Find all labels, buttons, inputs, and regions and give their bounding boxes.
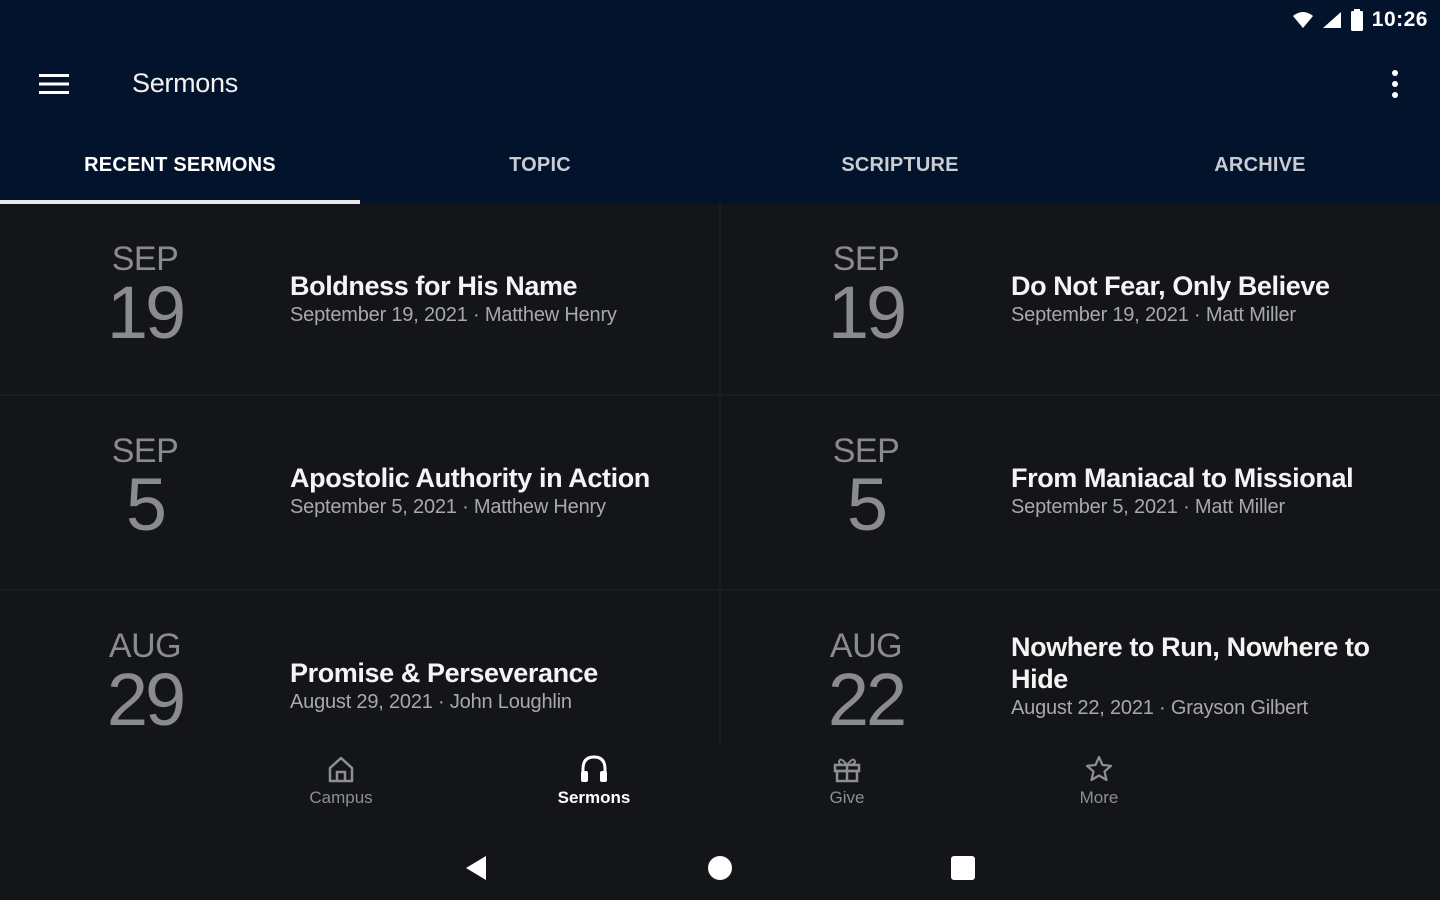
sermon-day: 5 bbox=[846, 463, 888, 546]
sermon-text: Nowhere to Run, Nowhere to Hide August 2… bbox=[1011, 631, 1421, 720]
sermon-grid: SEP 19 Boldness for His Name September 1… bbox=[0, 204, 1440, 744]
sermon-date: AUG 22 bbox=[801, 627, 931, 741]
nav-more[interactable]: More bbox=[1039, 754, 1159, 826]
sermon-meta: September 19, 2021 · Matthew Henry bbox=[290, 304, 617, 326]
nav-label: More bbox=[1079, 788, 1119, 807]
nav-campus[interactable]: Campus bbox=[281, 754, 401, 826]
back-icon bbox=[466, 856, 486, 880]
status-bar: 10:26 bbox=[0, 0, 1440, 40]
home-icon bbox=[328, 756, 354, 783]
signal-icon bbox=[1322, 12, 1341, 28]
page-title: Sermons bbox=[132, 68, 238, 98]
tab-scripture[interactable]: SCRIPTURE bbox=[720, 130, 1080, 204]
sermon-title: Nowhere to Run, Nowhere to Hide bbox=[1011, 632, 1370, 694]
nav-label: Campus bbox=[309, 788, 373, 807]
nav-label: Give bbox=[829, 788, 865, 807]
home-circle-icon bbox=[708, 856, 732, 880]
sermon-meta: September 5, 2021 · Matthew Henry bbox=[290, 496, 606, 518]
tab-archive[interactable]: ARCHIVE bbox=[1080, 130, 1440, 204]
menu-icon bbox=[39, 74, 69, 94]
system-nav-bar bbox=[0, 834, 1440, 900]
sermon-title: Promise & Perseverance bbox=[290, 658, 598, 688]
sermon-title: Boldness for His Name bbox=[290, 271, 578, 301]
sermon-meta: August 22, 2021 · Grayson Gilbert bbox=[1011, 697, 1308, 719]
app-bar: Sermons bbox=[0, 40, 1440, 130]
status-time: 10:26 bbox=[1371, 8, 1428, 31]
tab-bar: RECENT SERMONS TOPIC SCRIPTURE ARCHIVE bbox=[0, 130, 1440, 204]
sermon-meta: August 29, 2021 · John Loughlin bbox=[290, 691, 572, 713]
more-vert-icon bbox=[1392, 70, 1398, 98]
sermon-day: 19 bbox=[106, 271, 186, 354]
sermon-text: Promise & Perseverance August 29, 2021 ·… bbox=[290, 657, 700, 714]
sermon-card[interactable]: AUG 22 Nowhere to Run, Nowhere to Hide A… bbox=[721, 591, 1440, 744]
battery-icon bbox=[1350, 9, 1363, 31]
sermon-text: From Maniacal to Missional September 5, … bbox=[1011, 462, 1421, 519]
recents-icon bbox=[951, 856, 975, 880]
sermon-date: SEP 5 bbox=[801, 432, 931, 546]
sermon-day: 29 bbox=[106, 658, 186, 741]
sermon-date: SEP 19 bbox=[801, 240, 931, 354]
nav-label: Sermons bbox=[557, 788, 631, 807]
bottom-nav: Campus Sermons Give More bbox=[0, 744, 1440, 834]
sermon-date: AUG 29 bbox=[80, 627, 210, 741]
sermon-title: From Maniacal to Missional bbox=[1011, 463, 1354, 493]
system-back-button[interactable] bbox=[456, 848, 496, 888]
headphones-icon bbox=[581, 755, 607, 782]
sermon-card[interactable]: SEP 19 Do Not Fear, Only Believe Septemb… bbox=[721, 204, 1440, 396]
sermon-card[interactable]: SEP 5 From Maniacal to Missional Septemb… bbox=[721, 396, 1440, 591]
star-icon bbox=[1085, 755, 1113, 782]
sermon-card[interactable]: SEP 5 Apostolic Authority in Action Sept… bbox=[0, 396, 721, 591]
sermon-text: Boldness for His Name September 19, 2021… bbox=[290, 270, 700, 327]
overflow-menu-button[interactable] bbox=[1380, 64, 1410, 108]
sermon-meta: September 19, 2021 · Matt Miller bbox=[1011, 304, 1296, 326]
sermon-title: Do Not Fear, Only Believe bbox=[1011, 271, 1330, 301]
tab-recent-sermons[interactable]: RECENT SERMONS bbox=[0, 130, 360, 204]
sermon-day: 22 bbox=[827, 658, 907, 741]
nav-sermons[interactable]: Sermons bbox=[534, 754, 654, 826]
status-icons: 10:26 bbox=[1292, 8, 1428, 32]
tab-topic[interactable]: TOPIC bbox=[360, 130, 720, 204]
sermon-title: Apostolic Authority in Action bbox=[290, 463, 650, 493]
menu-button[interactable] bbox=[30, 66, 78, 106]
wifi-icon bbox=[1292, 12, 1313, 28]
gift-icon bbox=[833, 758, 861, 783]
sermon-meta: September 5, 2021 · Matt Miller bbox=[1011, 496, 1285, 518]
sermon-day: 5 bbox=[125, 463, 167, 546]
sermon-date: SEP 19 bbox=[80, 240, 210, 354]
sermon-date: SEP 5 bbox=[80, 432, 210, 546]
system-home-button[interactable] bbox=[700, 848, 740, 888]
nav-give[interactable]: Give bbox=[787, 754, 907, 826]
sermon-day: 19 bbox=[827, 271, 907, 354]
sermon-card[interactable]: AUG 29 Promise & Perseverance August 29,… bbox=[0, 591, 721, 744]
system-recents-button[interactable] bbox=[943, 848, 983, 888]
sermon-text: Apostolic Authority in Action September … bbox=[290, 462, 700, 519]
sermon-text: Do Not Fear, Only Believe September 19, … bbox=[1011, 270, 1421, 327]
sermon-card[interactable]: SEP 19 Boldness for His Name September 1… bbox=[0, 204, 721, 396]
